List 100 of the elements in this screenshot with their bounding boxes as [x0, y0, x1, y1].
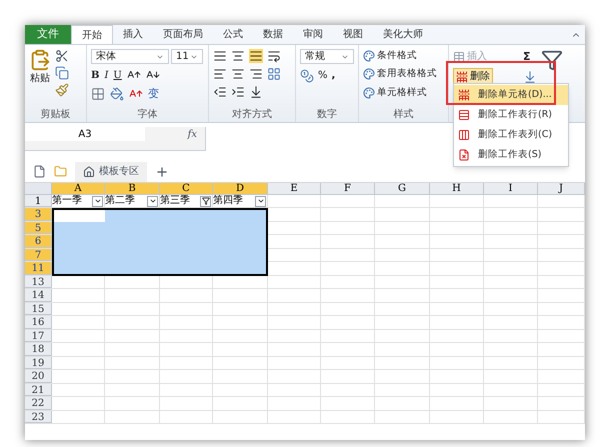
caret-icon: [256, 197, 264, 205]
row-header[interactable]: 14: [25, 289, 52, 302]
group-label: 数字: [316, 108, 338, 122]
file-tab[interactable]: 文件: [25, 25, 71, 44]
font-size-field[interactable]: 11: [171, 49, 203, 64]
group-label: 对齐方式: [231, 108, 273, 122]
styles-icon: [363, 86, 375, 99]
delete-icon: [458, 129, 470, 141]
delete-cells-icon: [456, 70, 468, 82]
group-label: 样式: [392, 108, 414, 122]
currency-icon[interactable]: [300, 68, 314, 82]
phonetic-button[interactable]: 变: [148, 86, 159, 102]
number-format-field[interactable]: 常规: [300, 49, 354, 64]
filter-icon: [202, 197, 210, 205]
italic-button[interactable]: I: [104, 68, 108, 82]
align-center-icon[interactable]: [231, 67, 245, 81]
decrease-indent-icon[interactable]: [213, 85, 227, 99]
row-header[interactable]: 1: [25, 195, 52, 207]
row-header[interactable]: 7: [25, 248, 52, 261]
menu-item[interactable]: 删除工作表列(C): [454, 125, 568, 145]
table-cell-text: 第二季: [105, 195, 136, 207]
caret-icon: [94, 197, 102, 205]
row-header[interactable]: 3: [25, 208, 52, 220]
styles-icon: [363, 50, 375, 62]
group-label: 字体: [136, 108, 158, 122]
sum-button[interactable]: Σ: [523, 49, 537, 66]
column-header[interactable]: F: [321, 183, 375, 195]
ribbon-tab[interactable]: 插入: [113, 25, 153, 44]
row-header[interactable]: 17: [25, 330, 52, 342]
align-top-icon[interactable]: [213, 49, 227, 63]
align-right-icon[interactable]: [249, 67, 263, 81]
document-tab[interactable]: 模板专区: [75, 162, 147, 182]
new-file-icon[interactable]: [33, 165, 46, 178]
sort-filter-icon[interactable]: [541, 49, 563, 71]
ribbon-tab[interactable]: 审阅: [293, 25, 333, 44]
column-header[interactable]: B: [105, 183, 160, 195]
home-icon: [83, 166, 95, 178]
ribbon-tab[interactable]: 视图: [333, 25, 373, 44]
underline-button[interactable]: U: [113, 68, 122, 82]
delete-icon: [458, 89, 470, 101]
function-button[interactable]: fx: [188, 127, 197, 142]
caret-icon: [148, 197, 156, 205]
ribbon-tab[interactable]: 开始: [71, 25, 113, 44]
row-header[interactable]: 19: [25, 356, 52, 369]
fill-icon[interactable]: [523, 70, 537, 84]
table-cell-text: 第四季: [213, 195, 244, 207]
column-header[interactable]: D: [213, 183, 268, 195]
delete-icon: [458, 109, 470, 121]
align-left-icon[interactable]: [213, 67, 227, 81]
styles-menu-button[interactable]: 条件格式: [363, 49, 437, 64]
wrap-text-icon[interactable]: [267, 49, 281, 63]
paste-button[interactable]: 粘贴: [29, 49, 51, 108]
copy-icon[interactable]: [55, 66, 69, 80]
row-header[interactable]: 20: [25, 370, 52, 382]
border-icon[interactable]: [91, 87, 105, 101]
cut-icon[interactable]: [55, 49, 69, 63]
merge-icon[interactable]: [267, 67, 281, 81]
add-tab-icon[interactable]: [155, 164, 169, 178]
paste-icon: [29, 49, 51, 71]
ribbon-tab[interactable]: 美化大师: [373, 25, 433, 44]
comma-button[interactable]: ,: [332, 68, 336, 83]
column-header[interactable]: E: [268, 183, 321, 195]
row-header[interactable]: 15: [25, 302, 52, 315]
menu-item[interactable]: 删除工作表行(R): [454, 105, 568, 125]
row-header[interactable]: 16: [25, 316, 52, 328]
fill-color-icon[interactable]: [110, 87, 124, 101]
align-middle-icon[interactable]: [231, 49, 245, 63]
styles-menu-button[interactable]: 单元格样式: [363, 86, 437, 100]
column-header[interactable]: G: [375, 183, 430, 195]
font-name-field[interactable]: 宋体: [91, 49, 169, 64]
styles-menu-button[interactable]: 套用表格格式: [363, 67, 437, 82]
row-header[interactable]: 21: [25, 384, 52, 396]
row-header[interactable]: 5: [25, 222, 52, 234]
column-header[interactable]: C: [160, 183, 213, 195]
percent-button[interactable]: %: [318, 68, 328, 83]
delete-icon: [458, 149, 470, 161]
row-header[interactable]: 22: [25, 397, 52, 410]
increase-indent-icon[interactable]: [231, 85, 245, 99]
menu-item[interactable]: 删除工作表(S): [454, 145, 568, 165]
row-header[interactable]: 23: [25, 410, 52, 423]
row-header[interactable]: 18: [25, 343, 52, 356]
ribbon-tab[interactable]: 公式: [213, 25, 253, 44]
filter-dropdown[interactable]: [200, 196, 211, 206]
bold-button[interactable]: B: [91, 68, 100, 82]
column-header[interactable]: J: [538, 183, 585, 195]
column-header[interactable]: A: [52, 183, 105, 195]
format-painter-icon[interactable]: [55, 83, 69, 97]
align-bottom-icon[interactable]: [249, 49, 263, 63]
ribbon-tab[interactable]: 数据: [253, 25, 293, 44]
table-cell-text: 第三季: [160, 195, 191, 207]
group-label: 剪贴板: [40, 108, 72, 122]
row-header[interactable]: 11: [25, 262, 52, 274]
column-header[interactable]: I: [484, 183, 538, 195]
column-header[interactable]: H: [430, 183, 484, 195]
styles-icon: [363, 68, 375, 80]
name-box[interactable]: A3: [25, 127, 145, 141]
active-cell[interactable]: [54, 210, 105, 222]
ribbon-tab[interactable]: 页面布局: [153, 25, 213, 44]
row-header[interactable]: 13: [25, 276, 52, 288]
row-header[interactable]: 6: [25, 235, 52, 248]
